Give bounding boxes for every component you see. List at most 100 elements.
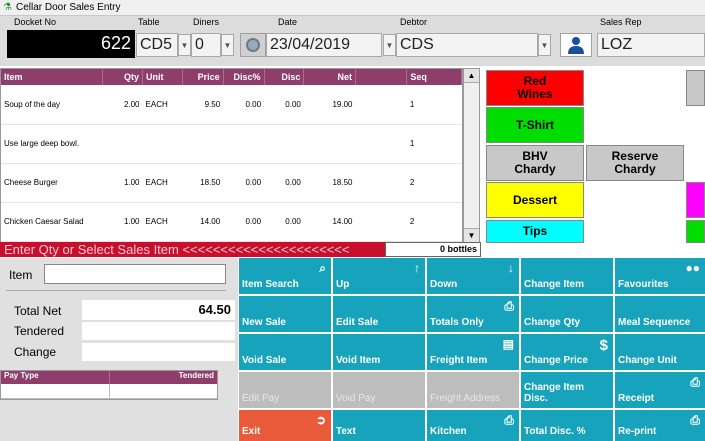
button-label: Re-print [618,426,657,437]
person-icon [568,37,584,54]
change-item-disc-button[interactable]: Change Item Disc. [521,372,613,408]
button-label: Exit [242,426,261,437]
col-seq: Seq [406,69,462,85]
exit-door-icon: ➲ [315,413,326,427]
new-sale-button[interactable]: New Sale [239,296,331,332]
category-button-partial[interactable] [686,220,705,243]
arrow-up-icon: ↑ [414,261,420,275]
void-sale-button[interactable]: Void Sale [239,334,331,370]
total-disc-button[interactable]: Total Disc. % [521,410,613,441]
debtor-field[interactable]: CDS [396,33,538,57]
cell-unit: EACH [142,85,183,125]
button-label: Void Sale [242,355,287,366]
date-dropdown-icon[interactable]: ▼ [383,34,396,56]
text-button[interactable]: Text [333,410,425,441]
button-label: Favourites [618,279,669,290]
cell-disc: 0.00 [264,202,304,242]
exit-button[interactable]: ➲ Exit [239,410,331,441]
tendered-label: Tendered [14,324,65,338]
button-label: Void Pay [336,393,376,404]
date-field[interactable]: 23/04/2019 [266,33,382,57]
change-unit-button[interactable]: Change Unit [615,334,705,370]
category-red-wines[interactable]: Red Wines [486,70,584,106]
scroll-down-icon[interactable]: ▼ [464,228,479,242]
cell-net: 14.00 [303,202,356,242]
payment-header-row: Pay Type Tendered [1,371,217,384]
cell-net: 18.50 [303,163,356,203]
sales-grid[interactable]: Item Qty Unit Price Disc% Disc Net Seq S… [0,68,463,243]
table-row[interactable]: Use large deep bowl. 1 [1,124,462,164]
kitchen-button[interactable]: ⎙ Kitchen [427,410,519,441]
col-disc: Disc [264,69,305,85]
edit-sale-button[interactable]: Edit Sale [333,296,425,332]
void-pay-button[interactable]: Void Pay [333,372,425,408]
col-disc-pct: Disc% [223,69,265,85]
button-label: Freight Address [430,393,501,404]
table-select[interactable]: CD5 [136,33,178,57]
table-row[interactable]: Chicken Caesar Salad 1.00 EACH 14.00 0.0… [1,202,462,242]
customer-lookup-button[interactable] [560,33,592,57]
freight-item-button[interactable]: ▤ Freight Item [427,334,519,370]
cell-disc [264,124,304,164]
freight-address-button[interactable]: Freight Address [427,372,519,408]
diners-select[interactable]: 0 [191,33,221,57]
debtor-dropdown-icon[interactable]: ▼ [538,34,551,56]
payment-row[interactable] [1,384,217,399]
cell-seq: 1 [406,124,462,164]
printer-icon: ⎙ [690,375,700,389]
item-search-button[interactable]: ⌕ Item Search [239,258,331,294]
col-qty: Qty [102,69,144,85]
category-button-partial[interactable] [686,182,705,218]
cell-qty: 1.00 [102,202,143,242]
payment-table[interactable]: Pay Type Tendered [0,370,218,400]
date-label: Date [278,17,298,27]
lock-button[interactable] [240,33,266,57]
sales-rep-field[interactable]: LOZ [597,33,705,57]
category-button-partial[interactable] [686,70,705,106]
category-bhv-chardy[interactable]: BHV Chardy [486,145,584,181]
cell-seq: 2 [406,163,462,203]
totals-only-button[interactable]: ⎙ Totals Only [427,296,519,332]
category-t-shirt[interactable]: T-Shirt [486,107,584,143]
receipt-button[interactable]: ⎙ Receipt [615,372,705,408]
col-unit: Unit [142,69,183,85]
change-qty-button[interactable]: Change Qty [521,296,613,332]
cell-disc: 0.00 [264,163,304,203]
cell-net [303,124,356,164]
table-row[interactable]: Soup of the day 2.00 EACH 9.50 0.00 0.00… [1,85,462,125]
down-button[interactable]: ↓ Down [427,258,519,294]
table-dropdown-icon[interactable]: ▼ [178,34,191,56]
cell-qty: 1.00 [102,163,143,203]
arrow-down-icon: ↓ [508,261,514,275]
button-label: Totals Only [430,317,484,328]
category-reserve-chardy[interactable]: Reserve Chardy [586,145,684,181]
cell-item: Use large deep bowl. [1,124,103,164]
col-blank [355,69,408,85]
scroll-up-icon[interactable]: ▲ [464,69,479,83]
cell-unit: EACH [142,202,183,242]
cell-qty: 2.00 [102,85,143,125]
table-row[interactable]: Cheese Burger 1.00 EACH 18.50 0.00 0.00 … [1,163,462,203]
printer-icon: ⎙ [504,299,514,313]
category-dessert[interactable]: Dessert [486,182,584,218]
up-button[interactable]: ↑ Up [333,258,425,294]
lock-icon [246,38,260,52]
button-label: Down [430,279,458,290]
dollar-icon: $ [599,337,608,354]
cell-price [182,124,224,164]
favourites-button[interactable]: ●● Favourites [615,258,705,294]
reprint-button[interactable]: ⎙ Re-print [615,410,705,441]
header-panel: Docket No 622 Table CD5 ▼ Diners 0 ▼ Dat… [0,16,705,66]
edit-pay-button[interactable]: Edit Pay [239,372,331,408]
void-item-button[interactable]: Void Item [333,334,425,370]
change-item-button[interactable]: Change Item [521,258,613,294]
button-label: Change Qty [524,317,581,328]
total-net-label: Total Net [14,304,62,318]
item-input[interactable] [44,264,226,284]
meal-sequence-button[interactable]: Meal Sequence [615,296,705,332]
change-price-button[interactable]: $ Change Price [521,334,613,370]
grid-scrollbar[interactable]: ▲ ▼ [463,68,480,243]
category-tips[interactable]: Tips [486,220,584,243]
cell-seq: 1 [406,85,462,125]
diners-dropdown-icon[interactable]: ▼ [221,34,234,56]
